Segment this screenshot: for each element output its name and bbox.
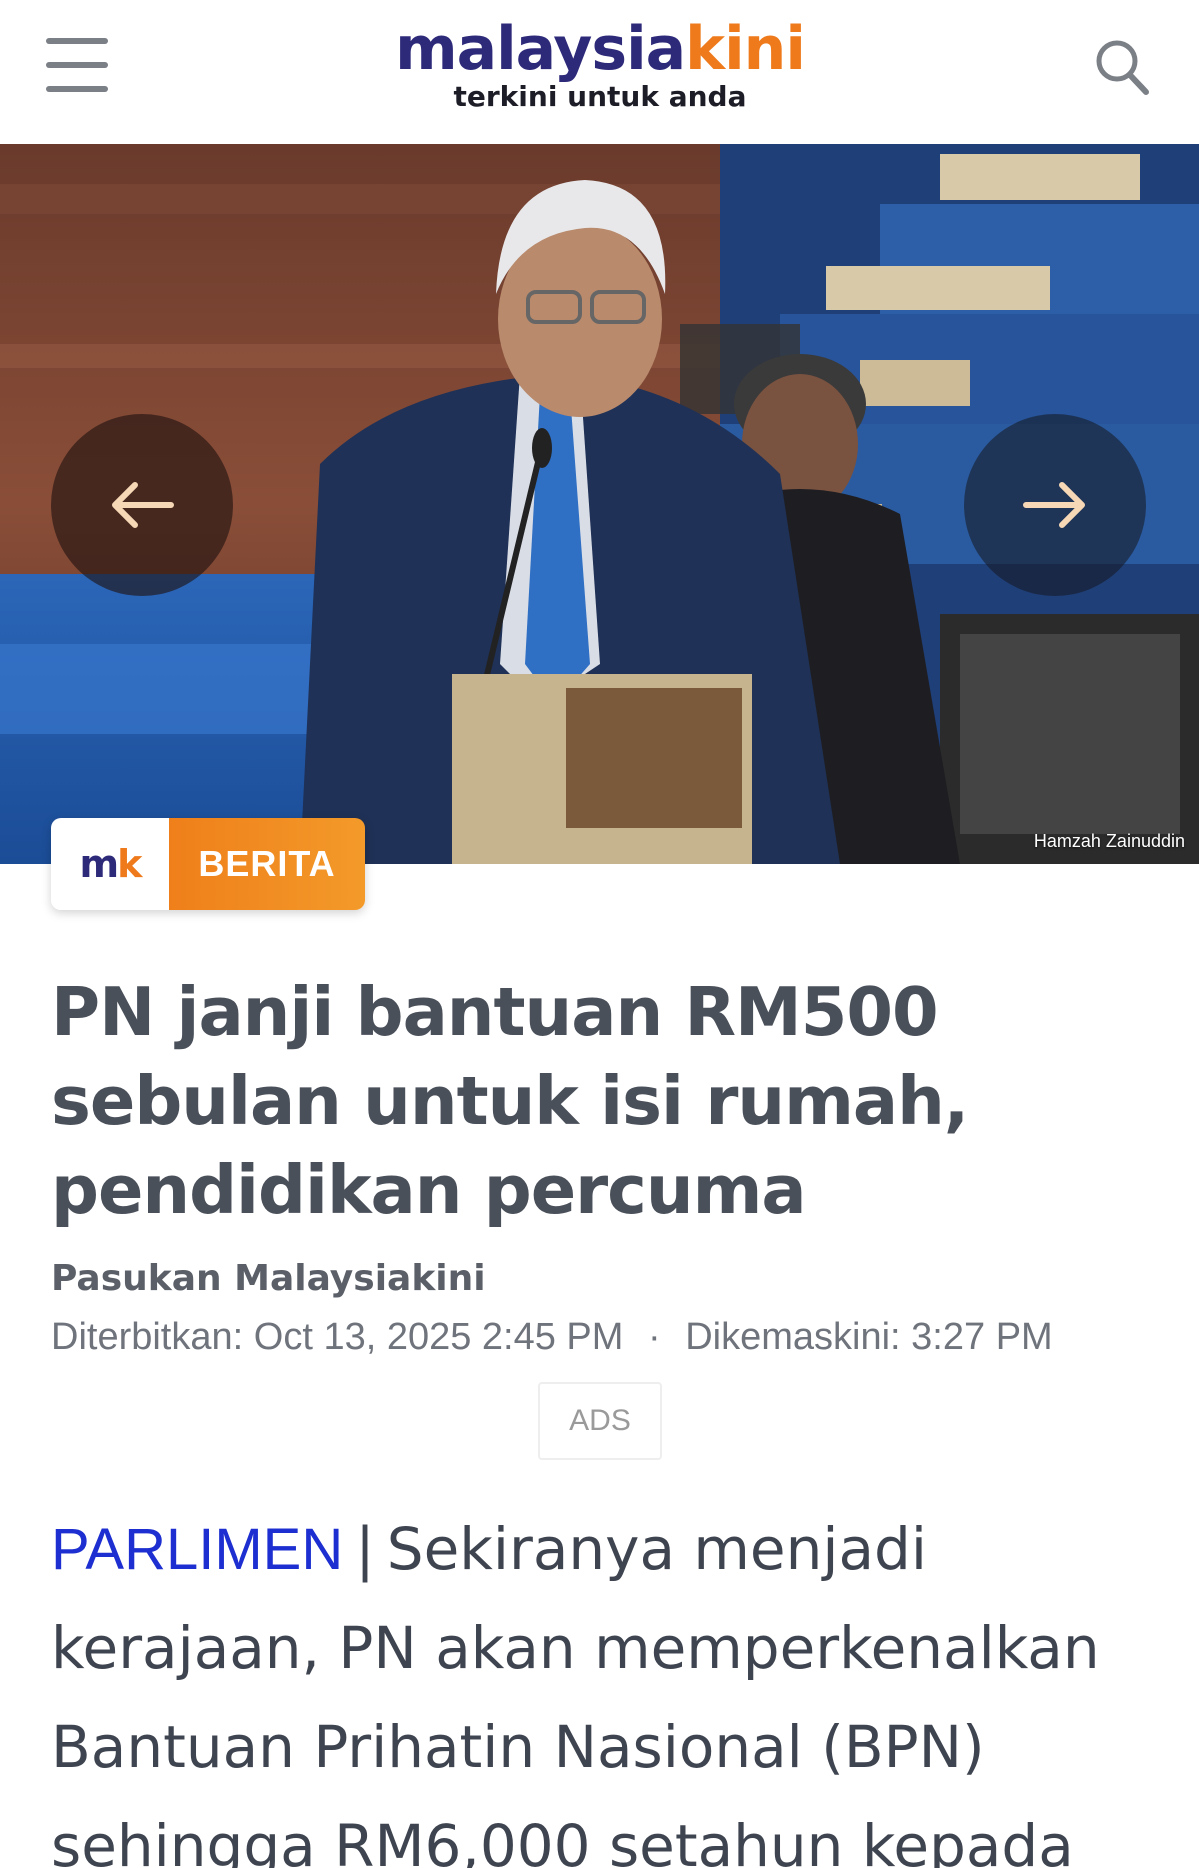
updated-label: Dikemaskini: (685, 1316, 901, 1358)
search-icon[interactable] (1092, 36, 1152, 98)
ads-placeholder[interactable]: ADS (538, 1382, 662, 1460)
article-dates: Diterbitkan: Oct 13, 2025 2:45 PM · Dike… (51, 1316, 1053, 1359)
published-label: Diterbitkan: (51, 1316, 244, 1358)
lead-line: sehingga RM6,000 setahun kepada (51, 1812, 1074, 1868)
hero-image[interactable]: Hamzah Zainuddin (0, 144, 1199, 864)
category-badge[interactable]: mk BERITA (51, 818, 365, 910)
arrow-right-icon[interactable] (964, 414, 1146, 596)
updated-time: 3:27 PM (911, 1316, 1053, 1358)
site-logo[interactable]: malaysiakini terkini untuk anda (360, 12, 840, 122)
logo-wordmark: malaysiakini (360, 12, 840, 86)
article-author[interactable]: Pasukan Malaysiakini (51, 1258, 486, 1299)
title-line: PN janji bantuan RM500 (51, 973, 939, 1051)
article-lead: PARLIMEN | Sekiranya menjadi kerajaan, PN … (51, 1500, 1161, 1868)
badge-logo-k: k (117, 842, 142, 886)
badge-logo-m: m (79, 842, 120, 886)
photo-credit: Hamzah Zainuddin (1033, 831, 1185, 851)
page: malaysiakini terkini untuk anda Hamzah Z… (0, 0, 1199, 1868)
lead-text: Sekiranya menjadi (386, 1515, 927, 1583)
title-line: pendidikan percuma (51, 1151, 807, 1229)
logo-part-kini: kini (685, 14, 806, 84)
mk-logo-icon: mk (51, 818, 169, 910)
site-header: malaysiakini terkini untuk anda (0, 0, 1199, 144)
lead-line: Bantuan Prihatin Nasional (BPN) (51, 1713, 985, 1781)
article-title: PN janji bantuan RM500 sebulan untuk isi… (51, 968, 1161, 1235)
kicker-parlimen[interactable]: PARLIMEN (51, 1517, 343, 1582)
title-line: sebulan untuk isi rumah, (51, 1062, 969, 1140)
category-label: BERITA (169, 818, 365, 910)
date-separator: · (648, 1316, 661, 1358)
kicker-divider: | (355, 1515, 375, 1583)
logo-part-malaysia: malaysia (395, 14, 686, 84)
published-time: Oct 13, 2025 2:45 PM (253, 1316, 624, 1358)
lead-line: kerajaan, PN akan memperkenalkan (51, 1614, 1100, 1682)
arrow-left-icon[interactable] (51, 414, 233, 596)
lead-line-1: PARLIMEN | Sekiranya menjadi (51, 1500, 1161, 1599)
logo-tagline: terkini untuk anda (453, 80, 747, 113)
hamburger-icon[interactable] (46, 38, 108, 92)
